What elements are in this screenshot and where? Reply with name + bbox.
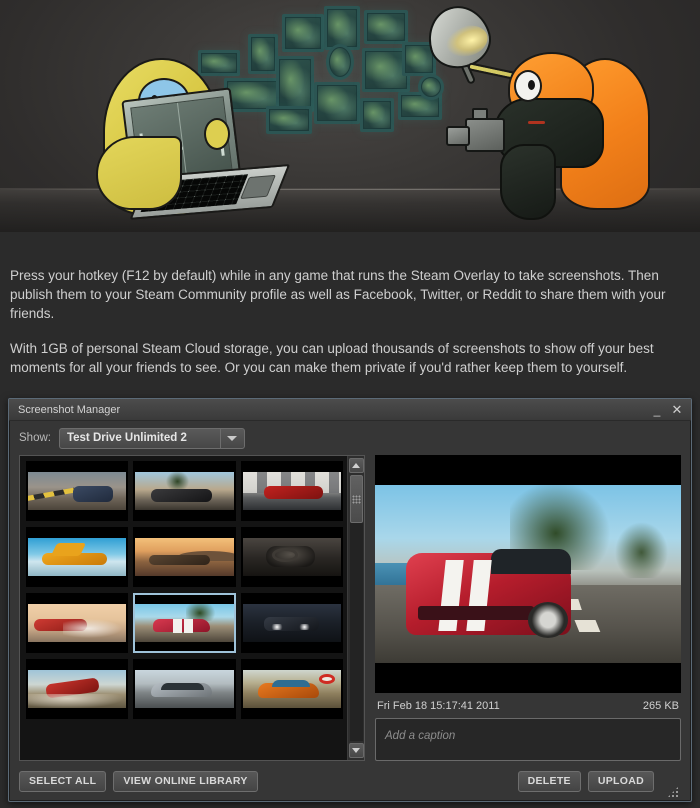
preview-metadata: Fri Feb 18 15:17:41 2011 265 KB (375, 693, 681, 718)
screenshot-manager-window: Screenshot Manager _ ✕ Show: Test Drive … (8, 398, 692, 802)
upload-button[interactable]: UPLOAD (587, 770, 654, 792)
close-icon[interactable]: ✕ (667, 401, 687, 419)
thumbnail-item[interactable] (240, 593, 343, 653)
thumbnail-item[interactable] (133, 527, 236, 587)
window-toolbar: Show: Test Drive Unlimited 2 (9, 421, 691, 455)
preview-image[interactable] (375, 455, 681, 693)
resize-grip-icon[interactable] (667, 786, 679, 798)
window-titlebar[interactable]: Screenshot Manager _ ✕ (9, 399, 691, 421)
screenshot-filesize: 265 KB (642, 700, 679, 712)
view-online-library-button[interactable]: VIEW ONLINE LIBRARY (113, 770, 258, 792)
grip-dots-icon (351, 494, 361, 504)
scrollbar-thumb[interactable] (349, 475, 363, 523)
yellow-character-hand (204, 118, 230, 150)
thumbnail-item[interactable] (240, 461, 343, 521)
thumbnail-item[interactable] (240, 659, 343, 719)
hero-illustration (0, 0, 700, 232)
thumbnail-item[interactable] (26, 659, 129, 719)
orange-character-mouth (528, 121, 545, 124)
select-all-button[interactable]: SELECT ALL (19, 770, 107, 792)
caption-placeholder: Add a caption (385, 730, 456, 742)
thumbnail-item[interactable] (26, 527, 129, 587)
thumbnail-grid (20, 456, 347, 760)
window-footer: SELECT ALL VIEW ONLINE LIBRARY DELETE UP… (9, 761, 691, 801)
window-title: Screenshot Manager (18, 403, 121, 416)
orange-character-leg (500, 144, 556, 220)
thumbnail-item[interactable] (133, 461, 236, 521)
game-filter-value: Test Drive Unlimited 2 (66, 432, 187, 444)
delete-button[interactable]: DELETE (517, 770, 581, 792)
camera-viewfinder (472, 108, 488, 120)
thumbnail-item-selected[interactable] (133, 593, 236, 653)
window-main-area: Fri Feb 18 15:17:41 2011 265 KB Add a ca… (9, 455, 691, 761)
screenshot-timestamp: Fri Feb 18 15:17:41 2011 (377, 700, 500, 712)
scroll-down-icon[interactable] (348, 743, 364, 758)
scrollbar-track[interactable] (349, 475, 363, 741)
scroll-up-icon[interactable] (348, 458, 364, 473)
orange-character-pupil (528, 80, 535, 90)
thumbnail-item[interactable] (26, 461, 129, 521)
description-paragraph-2: With 1GB of personal Steam Cloud storage… (10, 341, 654, 375)
chevron-down-icon[interactable] (219, 428, 244, 448)
description-text: Press your hotkey (F12 by default) while… (0, 232, 700, 377)
description-paragraph-1: Press your hotkey (F12 by default) while… (10, 268, 666, 321)
preview-pane: Fri Feb 18 15:17:41 2011 265 KB Add a ca… (375, 455, 681, 761)
thumbnail-list-pane (19, 455, 365, 761)
camera-body (465, 118, 505, 152)
thumbnail-scrollbar[interactable] (347, 456, 364, 760)
caption-input[interactable]: Add a caption (375, 718, 681, 761)
show-label: Show: (19, 432, 51, 444)
minimize-icon[interactable]: _ (647, 401, 667, 419)
yellow-character-arm (96, 136, 182, 210)
game-filter-dropdown[interactable]: Test Drive Unlimited 2 (58, 427, 245, 449)
thumbnail-item[interactable] (240, 527, 343, 587)
camera-lens (446, 126, 470, 146)
thumbnail-item[interactable] (133, 659, 236, 719)
thumbnail-item[interactable] (26, 593, 129, 653)
